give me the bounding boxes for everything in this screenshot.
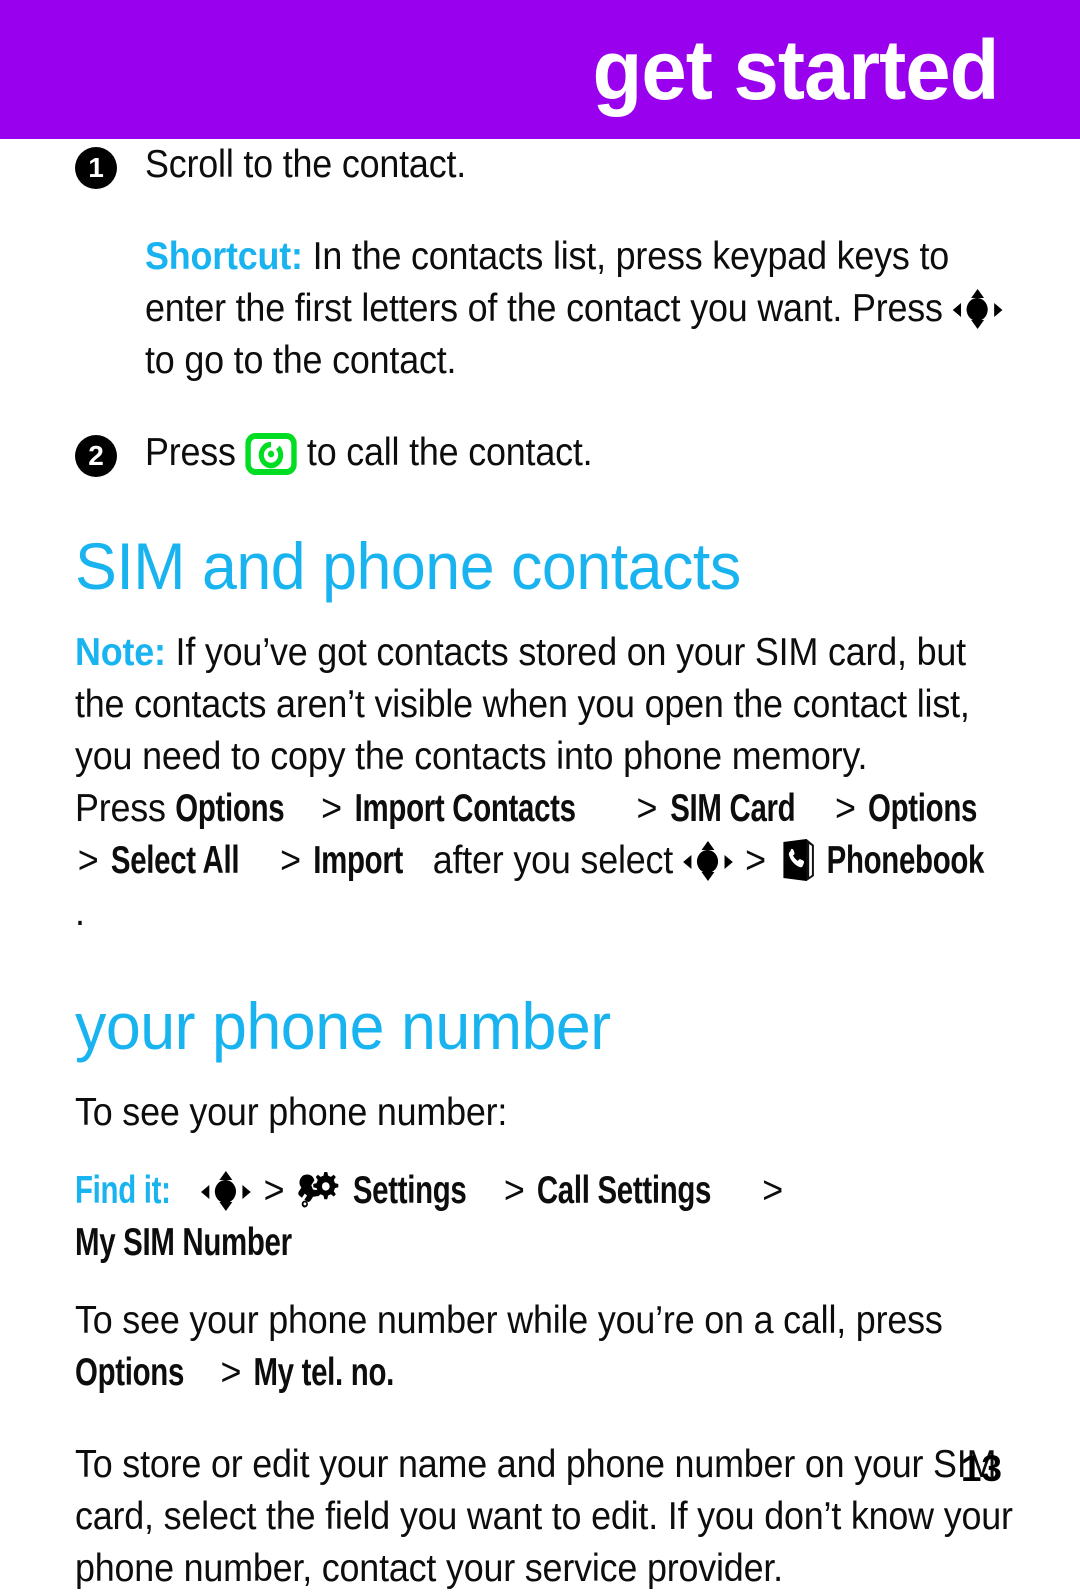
menu-separator: > [321,787,342,830]
numbered-step-2: 2 Press to call the contact. [75,427,1020,479]
menu-item-options-2[interactable]: Options [868,783,977,835]
page-title: get started [592,22,999,117]
step-2-text-after: to call the contact. [306,431,593,474]
step-1-text: Scroll to the contact. [145,143,467,186]
menu-item-my-tel-no[interactable]: My tel. no. [254,1347,395,1399]
menu-item-select-all[interactable]: Select All [111,835,240,887]
menu-item-call-settings[interactable]: Call Settings [537,1165,712,1217]
phonebook-icon [783,839,814,881]
menu-separator: > [503,1169,525,1212]
menu-item-import-contacts[interactable]: Import Contacts [354,783,575,835]
sim-contacts-note: Note: If you’ve got contacts stored on y… [75,627,1019,783]
menu-item-my-sim-number[interactable]: My SIM Number [75,1217,292,1269]
menu-separator: > [280,839,301,882]
menu-item-import[interactable]: Import [313,835,403,887]
shortcut-text-after: to go to the contact. [145,339,457,382]
step-2-text-before: Press [145,431,236,474]
section-heading-your-phone-number: your phone number [75,989,611,1063]
menu-separator: > [762,1169,784,1212]
menu-item-settings[interactable]: Settings [353,1165,467,1217]
settings-icon [298,1172,339,1208]
in-call-instruction: To see your phone number while you’re on… [75,1295,1019,1399]
menu-item-phonebook[interactable]: Phonebook [827,835,985,887]
note-text: If you’ve got contacts stored on your SI… [75,631,970,778]
step-number-badge: 2 [75,435,117,477]
menu-separator: > [77,839,99,882]
menu-separator: > [745,839,766,882]
nav-key-icon [201,1171,252,1211]
shortcut-label: Shortcut: [145,235,303,278]
nav-key-icon [682,841,733,881]
in-call-text: To see your phone number while you’re on… [75,1299,943,1342]
menu-path-period: . [75,891,85,934]
closing-paragraph: To store or edit your name and phone num… [75,1443,1013,1590]
find-it-path: Find it: > Settings > Call Settings > My… [75,1165,1019,1269]
menu-separator: > [220,1351,242,1394]
step-number-badge: 1 [75,147,117,189]
menu-item-sim-card[interactable]: SIM Card [670,783,795,835]
section-heading-sim-contacts: SIM and phone contacts [75,529,741,603]
find-it-label: Find it: [75,1169,171,1212]
page-content: 1 Scroll to the contact. Shortcut: In th… [0,139,1080,1590]
menu-path-prefix: Press [75,787,166,830]
menu-path-middle-text: after you select [432,839,674,882]
step-1-body: Scroll to the contact. Shortcut: In the … [145,139,1020,387]
phone-number-intro: To see your phone number: [75,1091,508,1134]
menu-separator: > [834,787,856,830]
shortcut-note: Shortcut: In the contacts list, press ke… [145,231,1019,387]
menu-item-options-3[interactable]: Options [75,1347,184,1399]
menu-separator: > [636,787,658,830]
numbered-step-1: 1 Scroll to the contact. Shortcut: In th… [75,139,1020,387]
step-2-text: Press to call the contact. [145,427,1019,479]
sim-import-menu-path: Press Options > Import Contacts > SIM Ca… [75,783,1019,939]
call-key-icon [245,433,298,475]
page-number: 13 [960,1448,1002,1489]
menu-item-options[interactable]: Options [176,783,285,835]
nav-key-icon [952,289,1003,329]
page-header-banner: get started [0,0,1080,139]
step-2-body: Press to call the contact. [145,427,1020,479]
note-label: Note: [75,631,166,674]
menu-separator: > [263,1169,285,1212]
